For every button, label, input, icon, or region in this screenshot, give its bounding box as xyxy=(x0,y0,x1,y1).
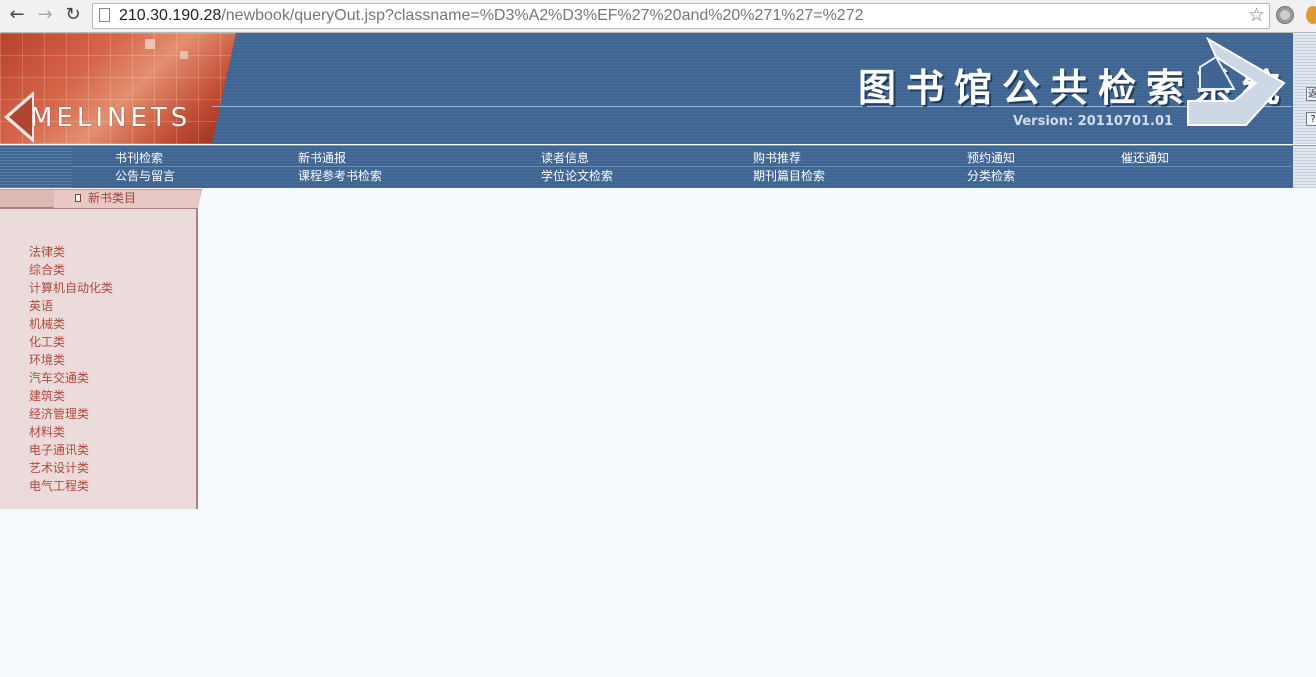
category-link[interactable]: 汽车交通类 xyxy=(29,369,113,387)
category-link[interactable]: 电子通讯类 xyxy=(29,441,113,459)
category-link[interactable]: 机械类 xyxy=(29,315,113,333)
category-link[interactable]: 艺术设计类 xyxy=(29,459,113,477)
url-path: /newbook/queryOut.jsp?classname=%D3%A2%D… xyxy=(221,7,864,24)
nav-item-reservation-notice[interactable]: 预约通知 xyxy=(967,151,1015,165)
nav-item-overdue-notice[interactable]: 催还通知 xyxy=(1121,151,1169,165)
back-arrow-icon[interactable]: ← xyxy=(6,4,28,26)
header-right-strip: 返 ? xyxy=(1293,33,1316,144)
site-header: MELINETS 图书馆公共检索系统 Version: 20110701.01 … xyxy=(0,33,1316,144)
category-link[interactable]: 环境类 xyxy=(29,351,113,369)
url-text[interactable]: 210.30.190.28/newbook/queryOut.jsp?class… xyxy=(119,5,864,27)
nav-item-new-books[interactable]: 新书通报 xyxy=(298,151,346,165)
main-content-area xyxy=(200,189,1316,677)
category-link[interactable]: 综合类 xyxy=(29,261,113,279)
category-link[interactable]: 建筑类 xyxy=(29,387,113,405)
category-link[interactable]: 化工类 xyxy=(29,333,113,351)
category-list: 法律类 综合类 计算机自动化类 英语 机械类 化工类 环境类 汽车交通类 建筑类… xyxy=(29,243,113,495)
nav-item-course-reference[interactable]: 课程参考书检索 xyxy=(298,169,382,183)
star-icon[interactable]: ☆ xyxy=(1248,4,1265,26)
globe-icon[interactable] xyxy=(1276,6,1294,24)
sidebar-title: 新书类目 xyxy=(88,191,137,205)
nav-item-thesis-search[interactable]: 学位论文检索 xyxy=(541,169,613,183)
logo-text: MELINETS xyxy=(30,103,192,133)
reload-icon[interactable]: ↻ xyxy=(62,4,84,26)
browser-toolbar: ← → ↻ 210.30.190.28/newbook/queryOut.jsp… xyxy=(0,0,1316,33)
page-icon xyxy=(99,8,110,22)
url-host: 210.30.190.28 xyxy=(119,7,222,24)
document-icon xyxy=(75,194,81,202)
category-link[interactable]: 法律类 xyxy=(29,243,113,261)
category-link[interactable]: 计算机自动化类 xyxy=(29,279,113,297)
nav-item-purchase-recommend[interactable]: 购书推荐 xyxy=(753,151,801,165)
nav-item-journal-article-search[interactable]: 期刊篇目检索 xyxy=(753,169,825,183)
main-nav: 书刊检索 新书通报 读者信息 购书推荐 预约通知 催还通知 公告与留言 课程参考… xyxy=(0,145,1316,188)
nav-item-classification-search[interactable]: 分类检索 xyxy=(967,169,1015,183)
new-book-category-sidebar: 新书类目 法律类 综合类 计算机自动化类 英语 机械类 化工类 环境类 汽车交通… xyxy=(0,189,202,509)
side-button-return[interactable]: 返 xyxy=(1306,87,1316,101)
category-link[interactable]: 电气工程类 xyxy=(29,477,113,495)
address-bar[interactable]: 210.30.190.28/newbook/queryOut.jsp?class… xyxy=(92,3,1270,29)
version-label: Version: 20110701.01 xyxy=(1013,114,1174,129)
side-button-help[interactable]: ? xyxy=(1306,112,1316,126)
category-link[interactable]: 材料类 xyxy=(29,423,113,441)
extension-icon[interactable] xyxy=(1306,6,1316,24)
nav-item-reader-info[interactable]: 读者信息 xyxy=(541,151,589,165)
category-link[interactable]: 英语 xyxy=(29,297,113,315)
nav-item-book-search[interactable]: 书刊检索 xyxy=(115,151,163,165)
forward-arrow-icon[interactable]: → xyxy=(34,4,56,26)
category-link[interactable]: 经济管理类 xyxy=(29,405,113,423)
arrow-logo-icon xyxy=(1187,37,1286,126)
logo-area: MELINETS xyxy=(0,33,236,144)
nav-item-announcements[interactable]: 公告与留言 xyxy=(115,169,175,183)
